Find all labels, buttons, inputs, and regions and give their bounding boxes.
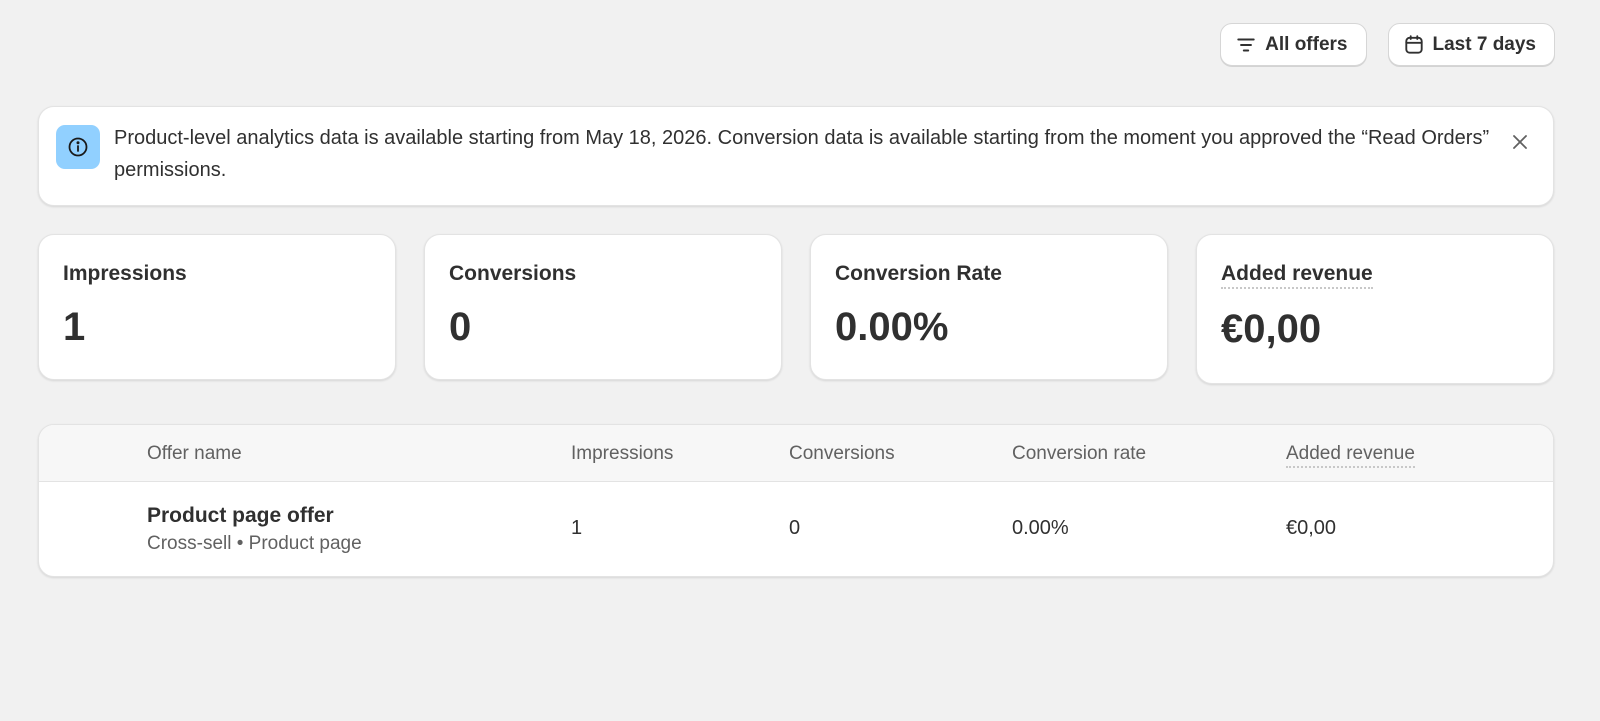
impressions-cell: 1 xyxy=(571,517,583,539)
toolbar: All offers Last 7 days xyxy=(1220,23,1555,66)
conversions-cell: 0 xyxy=(789,517,801,539)
column-header-offer-name: Offer name xyxy=(147,443,242,464)
date-range-button[interactable]: Last 7 days xyxy=(1387,23,1555,66)
table-header: Offer name Impressions Conversions Conve… xyxy=(39,425,1553,482)
metric-label: Conversions xyxy=(449,262,577,285)
column-header-added-revenue[interactable]: Added revenue xyxy=(1286,442,1415,468)
metric-value: 0 xyxy=(449,305,472,349)
metric-label: Impressions xyxy=(63,262,187,285)
info-icon xyxy=(56,125,100,169)
metric-value: 1 xyxy=(63,305,86,349)
offer-name-cell: Product page offer Cross-sell • Product … xyxy=(147,502,362,558)
info-banner: Product-level analytics data is availabl… xyxy=(38,106,1554,206)
metric-cards: Impressions 1 Conversions 0 Conversion R… xyxy=(38,234,1554,384)
date-range-label: Last 7 days xyxy=(1432,33,1537,55)
added-revenue-cell: €0,00 xyxy=(1286,517,1337,539)
conversion-rate-card: Conversion Rate 0.00% xyxy=(810,234,1168,380)
metric-value: 0.00% xyxy=(835,305,949,349)
table-row[interactable]: Product page offer Cross-sell • Product … xyxy=(39,482,1553,576)
metric-label-tooltip[interactable]: Added revenue xyxy=(1221,261,1373,289)
banner-message: Product-level analytics data is availabl… xyxy=(114,127,1490,181)
metric-label: Conversion Rate xyxy=(835,262,1002,285)
conversion-rate-cell: 0.00% xyxy=(1012,517,1069,539)
offer-filter-button[interactable]: All offers xyxy=(1220,23,1367,66)
column-header-conversion-rate: Conversion rate xyxy=(1012,443,1147,464)
offer-title: Product page offer xyxy=(147,504,334,527)
analytics-page: All offers Last 7 days Product-level ana… xyxy=(0,0,1600,721)
calendar-icon xyxy=(1403,34,1425,56)
impressions-card: Impressions 1 xyxy=(38,234,396,380)
offer-filter-label: All offers xyxy=(1265,33,1348,55)
column-header-impressions: Impressions xyxy=(571,443,674,464)
added-revenue-card: Added revenue €0,00 xyxy=(1196,234,1554,384)
filter-icon xyxy=(1235,34,1257,56)
offers-table: Offer name Impressions Conversions Conve… xyxy=(38,424,1554,577)
conversions-card: Conversions 0 xyxy=(424,234,782,380)
metric-value: €0,00 xyxy=(1221,307,1322,351)
offer-subtitle: Cross-sell • Product page xyxy=(147,533,362,554)
column-header-conversions: Conversions xyxy=(789,443,895,464)
close-icon[interactable] xyxy=(1507,129,1533,155)
